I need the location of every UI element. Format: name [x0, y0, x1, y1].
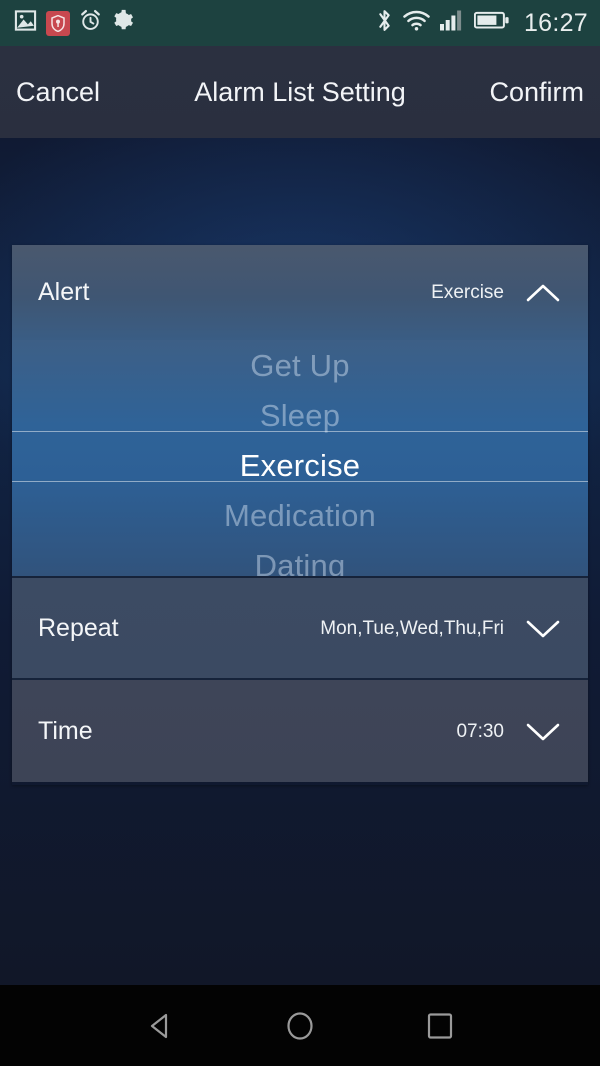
android-navigation-bar: [0, 985, 600, 1066]
status-bar-left-icons: [14, 9, 134, 37]
nav-back-button[interactable]: [130, 996, 190, 1056]
alarm-clock-icon: [79, 9, 102, 37]
settings-gear-icon: [111, 9, 134, 37]
gallery-icon: [14, 9, 37, 37]
repeat-value: Mon,Tue,Wed,Thu,Fri: [320, 617, 504, 639]
alarm-settings-card: Alert Exercise Get Up Sleep Exercise Med…: [12, 245, 588, 785]
picker-option-get-up[interactable]: Get Up: [12, 340, 588, 390]
chevron-up-icon[interactable]: [524, 280, 562, 306]
setting-row-time[interactable]: Time 07:30: [12, 680, 588, 782]
alert-option-picker[interactable]: Get Up Sleep Exercise Medication Dating: [12, 340, 588, 576]
chevron-down-icon[interactable]: [524, 615, 562, 641]
status-bar: 16:27: [0, 0, 600, 46]
status-bar-clock: 16:27: [523, 8, 588, 37]
battery-icon: [473, 10, 510, 36]
alert-value: Exercise: [431, 282, 504, 303]
cellular-signal-icon: [439, 10, 464, 36]
status-bar-right-icons: 16:27: [376, 8, 588, 38]
alert-label: Alert: [38, 278, 90, 306]
time-value: 07:30: [456, 720, 504, 742]
setting-row-repeat[interactable]: Repeat Mon,Tue,Wed,Thu,Fri: [12, 578, 588, 678]
security-shield-icon: [46, 10, 70, 36]
picker-option-medication[interactable]: Medication: [12, 490, 588, 540]
picker-option-sleep[interactable]: Sleep: [12, 390, 588, 440]
time-label: Time: [38, 716, 93, 745]
picker-option-dating[interactable]: Dating: [12, 540, 588, 577]
nav-home-button[interactable]: [270, 996, 330, 1056]
wifi-icon: [403, 10, 430, 36]
header-bar: Cancel Alarm List Setting Confirm: [0, 46, 600, 138]
repeat-label: Repeat: [38, 613, 119, 642]
phone-screen: 16:27 Cancel Alarm List Setting Confirm …: [0, 0, 600, 1066]
setting-row-alert[interactable]: Alert Exercise: [12, 245, 588, 340]
cancel-button[interactable]: Cancel: [16, 78, 100, 106]
confirm-button[interactable]: Confirm: [489, 78, 584, 106]
chevron-down-icon[interactable]: [524, 718, 562, 744]
nav-recents-button[interactable]: [410, 996, 470, 1056]
alert-option-list: Get Up Sleep Exercise Medication Dating: [12, 340, 588, 577]
picker-option-exercise[interactable]: Exercise: [12, 440, 588, 490]
bluetooth-icon: [376, 8, 393, 38]
